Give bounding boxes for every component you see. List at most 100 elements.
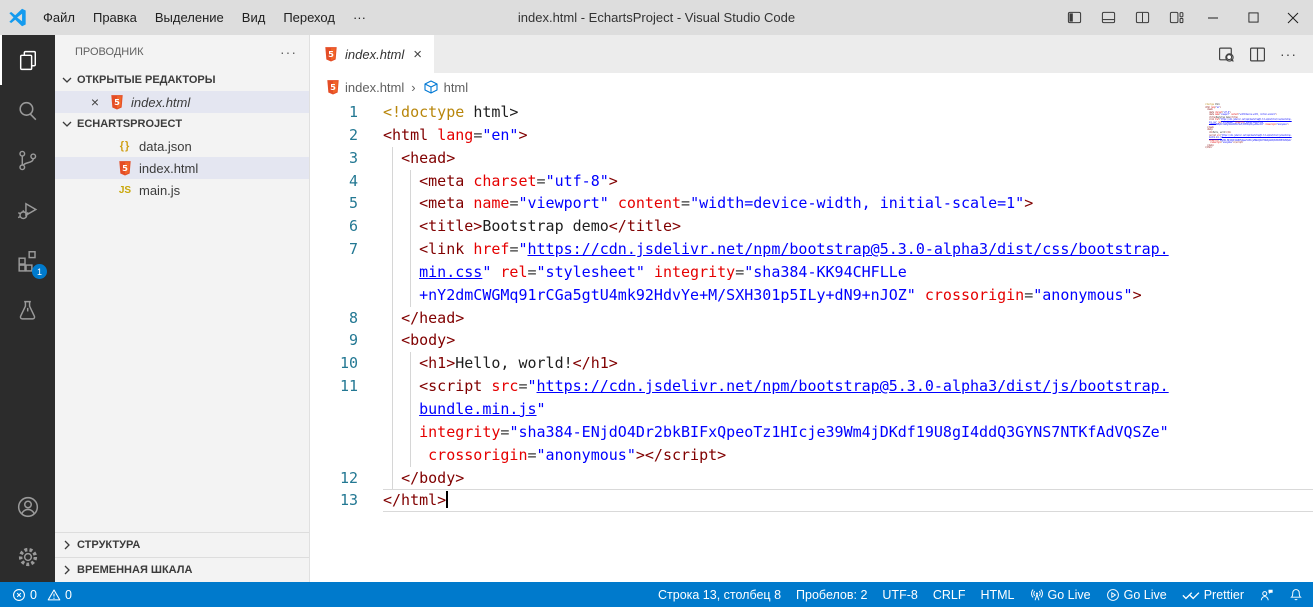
code-line[interactable]: <html lang="en"> <box>383 124 1313 147</box>
status-item-utf-8[interactable]: UTF-8 <box>882 588 917 602</box>
tab-bar: 5 index.html × ··· <box>310 35 1313 73</box>
status-item-prettier[interactable]: Prettier <box>1182 588 1244 602</box>
open-editors-label: ОТКРЫТЫЕ РЕДАКТОРЫ <box>77 74 216 86</box>
code-line[interactable]: <link href="https://cdn.jsdelivr.net/npm… <box>383 238 1313 261</box>
menu-item[interactable]: Файл <box>34 0 84 35</box>
toggle-primary-sidebar-icon[interactable] <box>1057 0 1091 35</box>
menu-item[interactable]: ··· <box>344 0 375 35</box>
settings-gear-icon[interactable] <box>0 532 55 582</box>
code-line[interactable]: <body> <box>383 329 1313 353</box>
open-editors-section[interactable]: ОТКРЫТЫЕ РЕДАКТОРЫ <box>55 69 309 91</box>
indent-guide <box>392 192 394 216</box>
file-item-index.html[interactable]: 5 index.html <box>55 157 309 179</box>
line-number: 6 <box>348 217 358 236</box>
chevron-down-icon <box>62 121 72 127</box>
breadcrumb-symbol[interactable]: html <box>444 80 469 95</box>
explorer-header: ПРОВОДНИК ··· <box>55 35 309 69</box>
open-preview-icon[interactable] <box>1218 46 1235 63</box>
broadcast-icon <box>1030 588 1044 602</box>
feedback-icon <box>1259 588 1274 602</box>
code-line[interactable]: <h1>Hello, world!</h1> <box>383 352 1313 376</box>
error-icon <box>12 588 26 602</box>
code-line[interactable]: <!doctype html> <box>383 101 1313 124</box>
indent-guide <box>392 375 394 398</box>
explorer-icon[interactable] <box>0 35 55 85</box>
json-file-icon: {} <box>119 140 131 152</box>
search-icon[interactable] <box>0 85 55 135</box>
close-window-button[interactable] <box>1273 0 1313 35</box>
code-line[interactable]: <meta name="viewport" content="width=dev… <box>383 192 1313 216</box>
status-item-bell[interactable] <box>1289 588 1303 602</box>
menu-item[interactable]: Правка <box>84 0 146 35</box>
indent-guide <box>392 329 394 353</box>
status-item-feedback[interactable] <box>1259 588 1274 602</box>
status-item-строка-13-столбец-8[interactable]: Строка 13, столбец 8 <box>658 588 781 602</box>
code-line[interactable]: <head> <box>383 146 1313 170</box>
timeline-section[interactable]: ВРЕМЕННАЯ ШКАЛА <box>55 557 309 582</box>
indent-guide <box>410 260 412 284</box>
account-icon[interactable] <box>0 482 55 532</box>
tab-close-icon[interactable]: × <box>411 46 424 63</box>
toggle-secondary-sidebar-icon[interactable] <box>1125 0 1159 35</box>
more-actions-icon[interactable]: ··· <box>1280 46 1297 62</box>
project-folder-section[interactable]: ECHARTSPROJECT <box>55 113 309 135</box>
line-number: 9 <box>348 331 358 350</box>
code-line[interactable]: min.css" rel="stylesheet" integrity="sha… <box>383 260 1313 284</box>
status-item-label: Строка 13, столбец 8 <box>657 587 782 602</box>
minimap[interactable]: <!doctype html> <html lang="en"> <head> <… <box>1205 103 1305 150</box>
status-item-0[interactable]: 0 <box>47 588 72 602</box>
code-line[interactable]: +nY2dmCWGMq91rCGa5gtU4mk92HdvYe+M/SXH301… <box>383 283 1313 307</box>
status-item-go-live[interactable]: Go Live <box>1030 588 1091 602</box>
toggle-panel-icon[interactable] <box>1091 0 1125 35</box>
file-item-main.js[interactable]: JS main.js <box>55 179 309 201</box>
indent-guide <box>392 146 394 170</box>
status-bar: 0 0 Строка 13, столбец 8 Пробелов: 2 UTF-8 C… <box>0 582 1313 607</box>
status-item-html[interactable]: HTML <box>980 588 1014 602</box>
indent-guide <box>410 238 412 261</box>
extensions-icon[interactable]: 1 <box>0 235 55 285</box>
code-line[interactable]: <script src="https://cdn.jsdelivr.net/np… <box>383 375 1313 398</box>
testing-icon[interactable] <box>0 285 55 335</box>
run-debug-icon[interactable] <box>0 185 55 235</box>
line-number-gutter: 1 2 3 4 5 6 7 8 9 10 11 12 13 <box>310 101 383 582</box>
status-item-0[interactable]: 0 <box>12 588 37 602</box>
breadcrumb: 5 index.html › html <box>310 73 1313 101</box>
run-icon <box>1106 588 1120 602</box>
menu-item[interactable]: Переход <box>274 0 344 35</box>
code-line[interactable]: </body> <box>383 466 1313 490</box>
indent-guide <box>410 352 412 376</box>
split-editor-icon[interactable] <box>1249 46 1266 63</box>
status-item-label: 0 <box>64 587 72 602</box>
indent-guide <box>392 238 394 261</box>
tab-label: index.html <box>345 46 405 62</box>
code-line[interactable]: </html> <box>383 489 1313 513</box>
customize-layout-icon[interactable] <box>1159 0 1193 35</box>
status-item-пробелов-2[interactable]: Пробелов: 2 <box>796 588 867 602</box>
status-item-go-live[interactable]: Go Live <box>1106 588 1167 602</box>
status-item-label: Go Live <box>1047 587 1091 602</box>
code-line[interactable]: </head> <box>383 306 1313 330</box>
breadcrumb-file[interactable]: index.html <box>345 80 404 95</box>
minimize-button[interactable] <box>1193 0 1233 35</box>
file-item-index.html[interactable]: × 5 index.html <box>55 91 309 113</box>
maximize-button[interactable] <box>1233 0 1273 35</box>
menu-item[interactable]: Выделение <box>146 0 233 35</box>
close-editor-icon[interactable]: × <box>87 94 103 110</box>
indent-guide <box>392 283 394 307</box>
code-line[interactable]: crossorigin="anonymous"></script> <box>383 443 1313 467</box>
code-line[interactable]: bundle.min.js" <box>383 397 1313 421</box>
code-line[interactable]: integrity="sha384-ENjdO4Dr2bkBIFxQpeoTz1… <box>383 420 1313 444</box>
tab-index-html[interactable]: 5 index.html × <box>310 35 435 73</box>
source-control-icon[interactable] <box>0 135 55 185</box>
explorer-more-actions-icon[interactable]: ··· <box>280 44 297 60</box>
code-line[interactable]: <meta charset="utf-8"> <box>383 169 1313 193</box>
line-number: 1 <box>348 103 358 121</box>
code-line[interactable]: <title>Bootstrap demo</title> <box>383 215 1313 239</box>
indent-guide <box>410 420 412 444</box>
indent-guide <box>392 443 394 467</box>
status-item-crlf[interactable]: CRLF <box>933 588 966 602</box>
code-editor[interactable]: 1 2 3 4 5 6 7 8 9 10 11 12 13 <!doctype html> <html l… <box>310 101 1313 582</box>
outline-section[interactable]: СТРУКТУРА <box>55 532 309 557</box>
file-item-data.json[interactable]: {} data.json <box>55 135 309 157</box>
menu-item[interactable]: Вид <box>233 0 275 35</box>
